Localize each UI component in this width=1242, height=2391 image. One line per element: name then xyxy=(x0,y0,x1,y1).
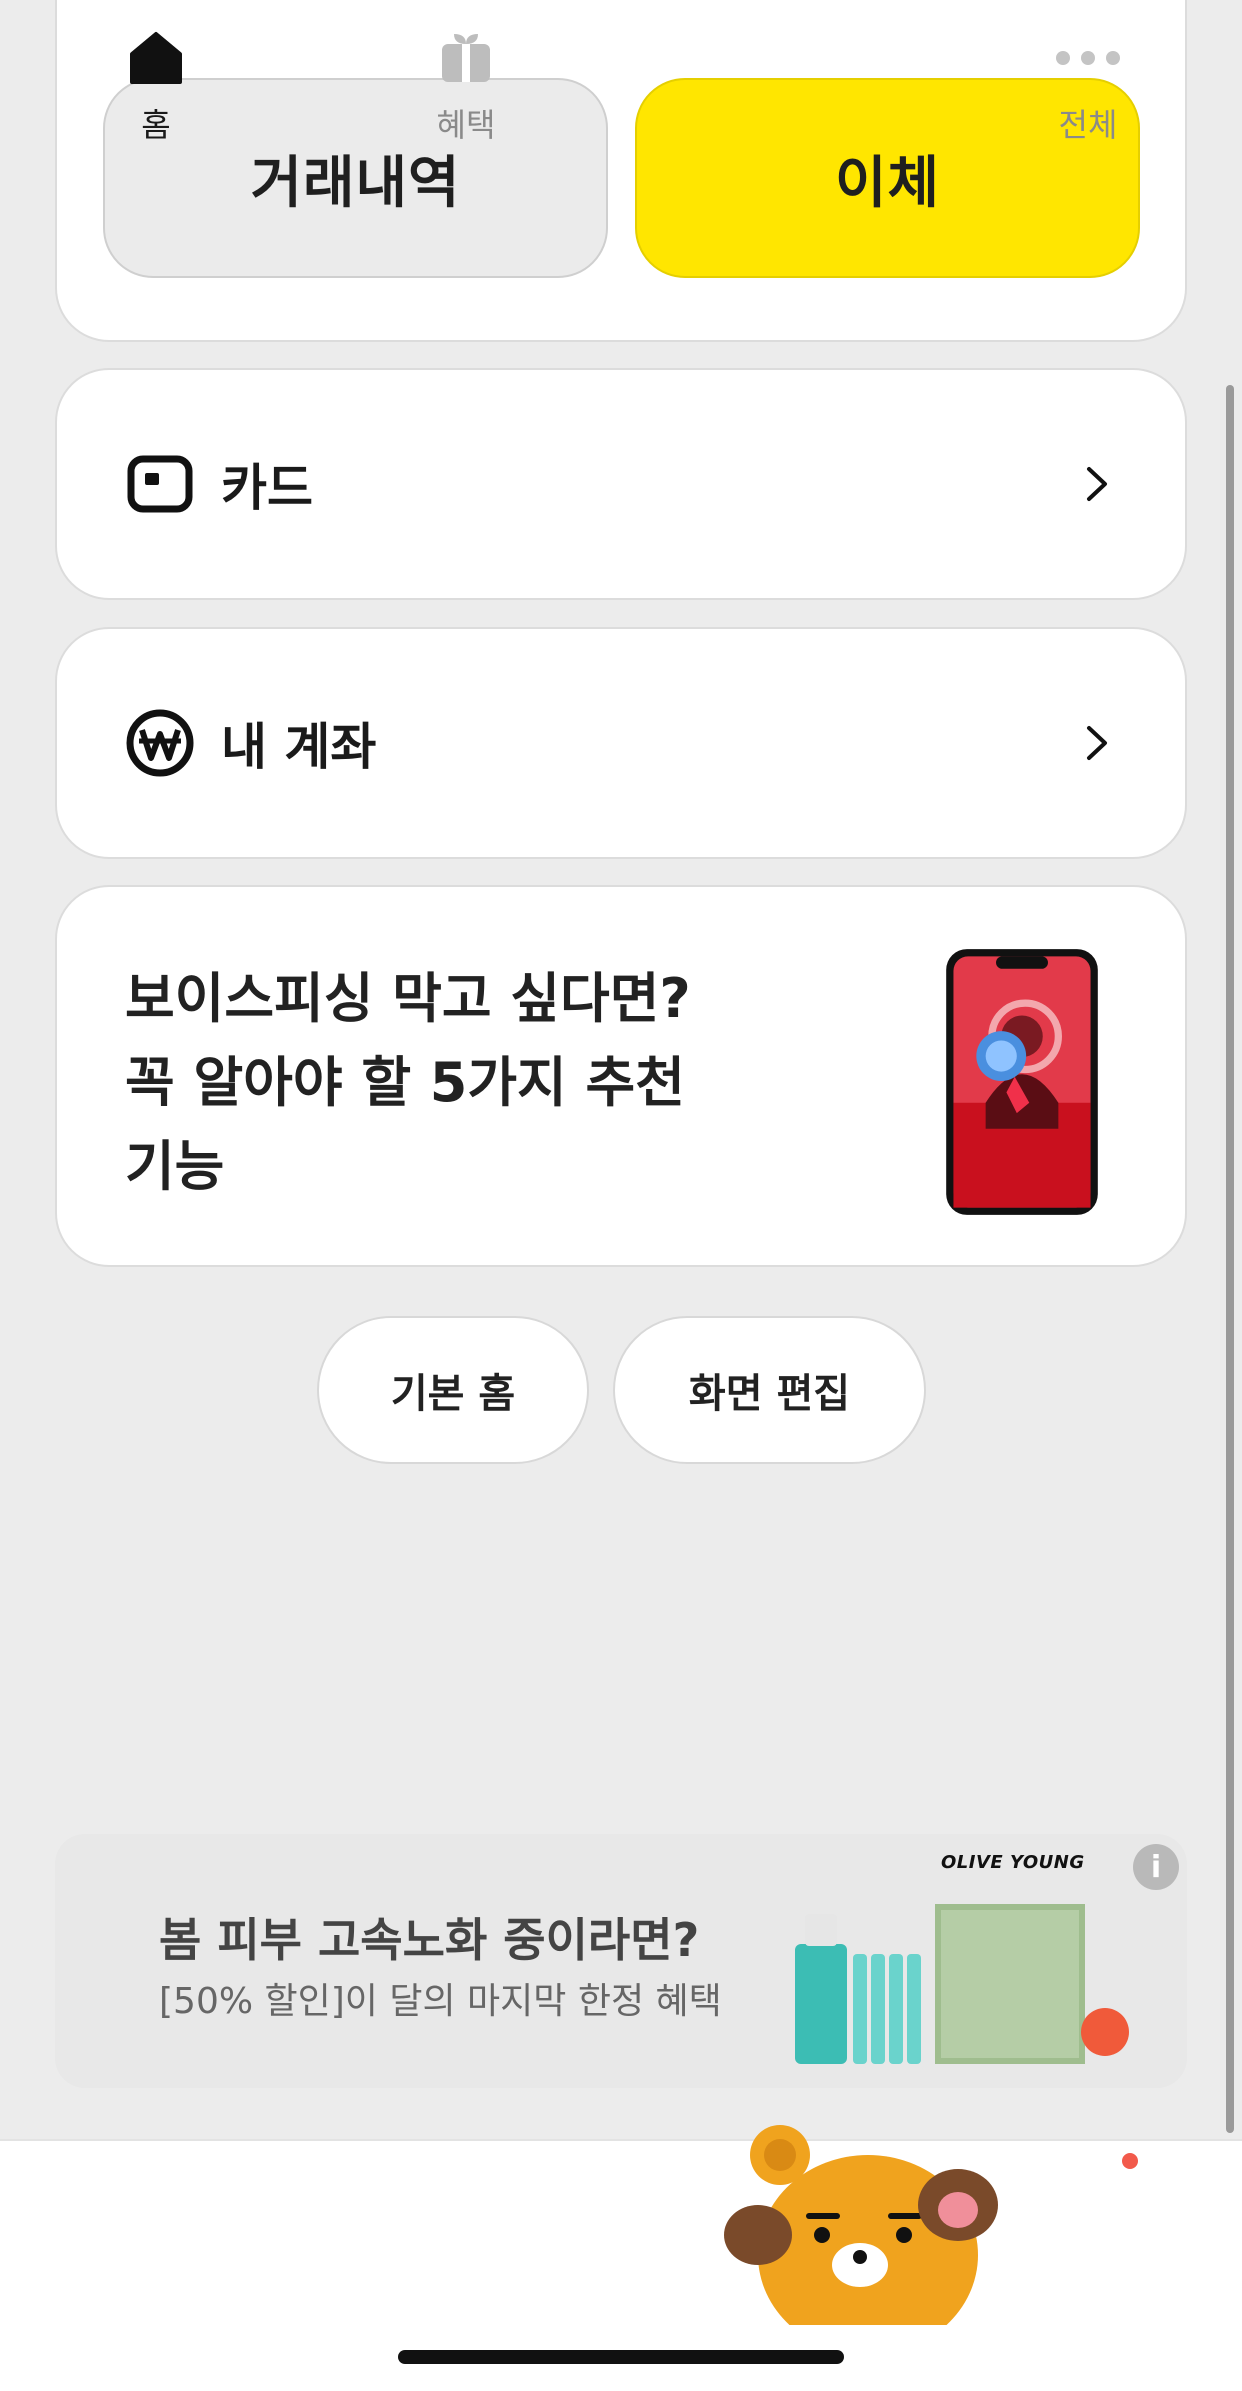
ad-subtitle: [50% 할인]이 달의 마지막 한정 혜택 xyxy=(159,1981,722,2022)
promo-line-3: 기능 xyxy=(125,1135,225,1198)
home-indicator xyxy=(398,2350,844,2364)
my-account-label: 내 계좌 xyxy=(221,718,377,776)
ryan-mascot-image xyxy=(724,2125,998,2325)
tab-benefit-label: 혜택 xyxy=(436,106,496,144)
card-menu-label: 카드 xyxy=(221,459,313,517)
chevron-right-icon xyxy=(1077,464,1117,504)
ad-brand-logo: OLIVE YOUNG xyxy=(941,1852,1085,1873)
tab-all[interactable]: 전체 xyxy=(1008,30,1168,146)
my-account-row[interactable]: 내 계좌 xyxy=(55,627,1187,859)
home-icon xyxy=(128,30,184,90)
tab-home[interactable]: 홈 xyxy=(76,30,236,146)
tab-benefit[interactable]: 혜택 xyxy=(386,30,546,146)
gift-icon xyxy=(438,30,494,90)
phone-illustration xyxy=(946,949,1098,1215)
default-home-button[interactable]: 기본 홈 xyxy=(317,1316,589,1464)
cosmetics-product-image xyxy=(795,1904,1129,2064)
chevron-right-icon xyxy=(1077,723,1117,763)
tab-all-label: 전체 xyxy=(1058,106,1118,144)
voice-phishing-promo-card[interactable]: 보이스피싱 막고 싶다면? 꼭 알아야 할 5가지 추천 기능 xyxy=(55,885,1187,1267)
card-menu-row[interactable]: 카드 xyxy=(55,368,1187,600)
ad-title: 봄 피부 고속노화 중이라면? xyxy=(159,1913,700,1967)
promo-line-1: 보이스피싱 막고 싶다면? xyxy=(125,967,691,1030)
scrollbar[interactable] xyxy=(1226,385,1234,2133)
card-icon xyxy=(125,449,195,519)
promo-line-2: 꼭 알아야 할 5가지 추천 xyxy=(125,1051,685,1114)
won-icon xyxy=(125,708,195,778)
more-dots-icon xyxy=(1053,30,1123,90)
promo-text: 보이스피싱 막고 싶다면? 꼭 알아야 할 5가지 추천 기능 xyxy=(125,957,765,1209)
ad-banner[interactable]: 봄 피부 고속노화 중이라면? [50% 할인]이 달의 마지막 한정 혜택 O… xyxy=(55,1834,1187,2088)
tab-home-label: 홈 xyxy=(141,106,171,144)
notification-dot xyxy=(1122,2153,1138,2169)
edit-screen-button[interactable]: 화면 편집 xyxy=(613,1316,926,1464)
info-icon[interactable]: i xyxy=(1133,1844,1179,1890)
